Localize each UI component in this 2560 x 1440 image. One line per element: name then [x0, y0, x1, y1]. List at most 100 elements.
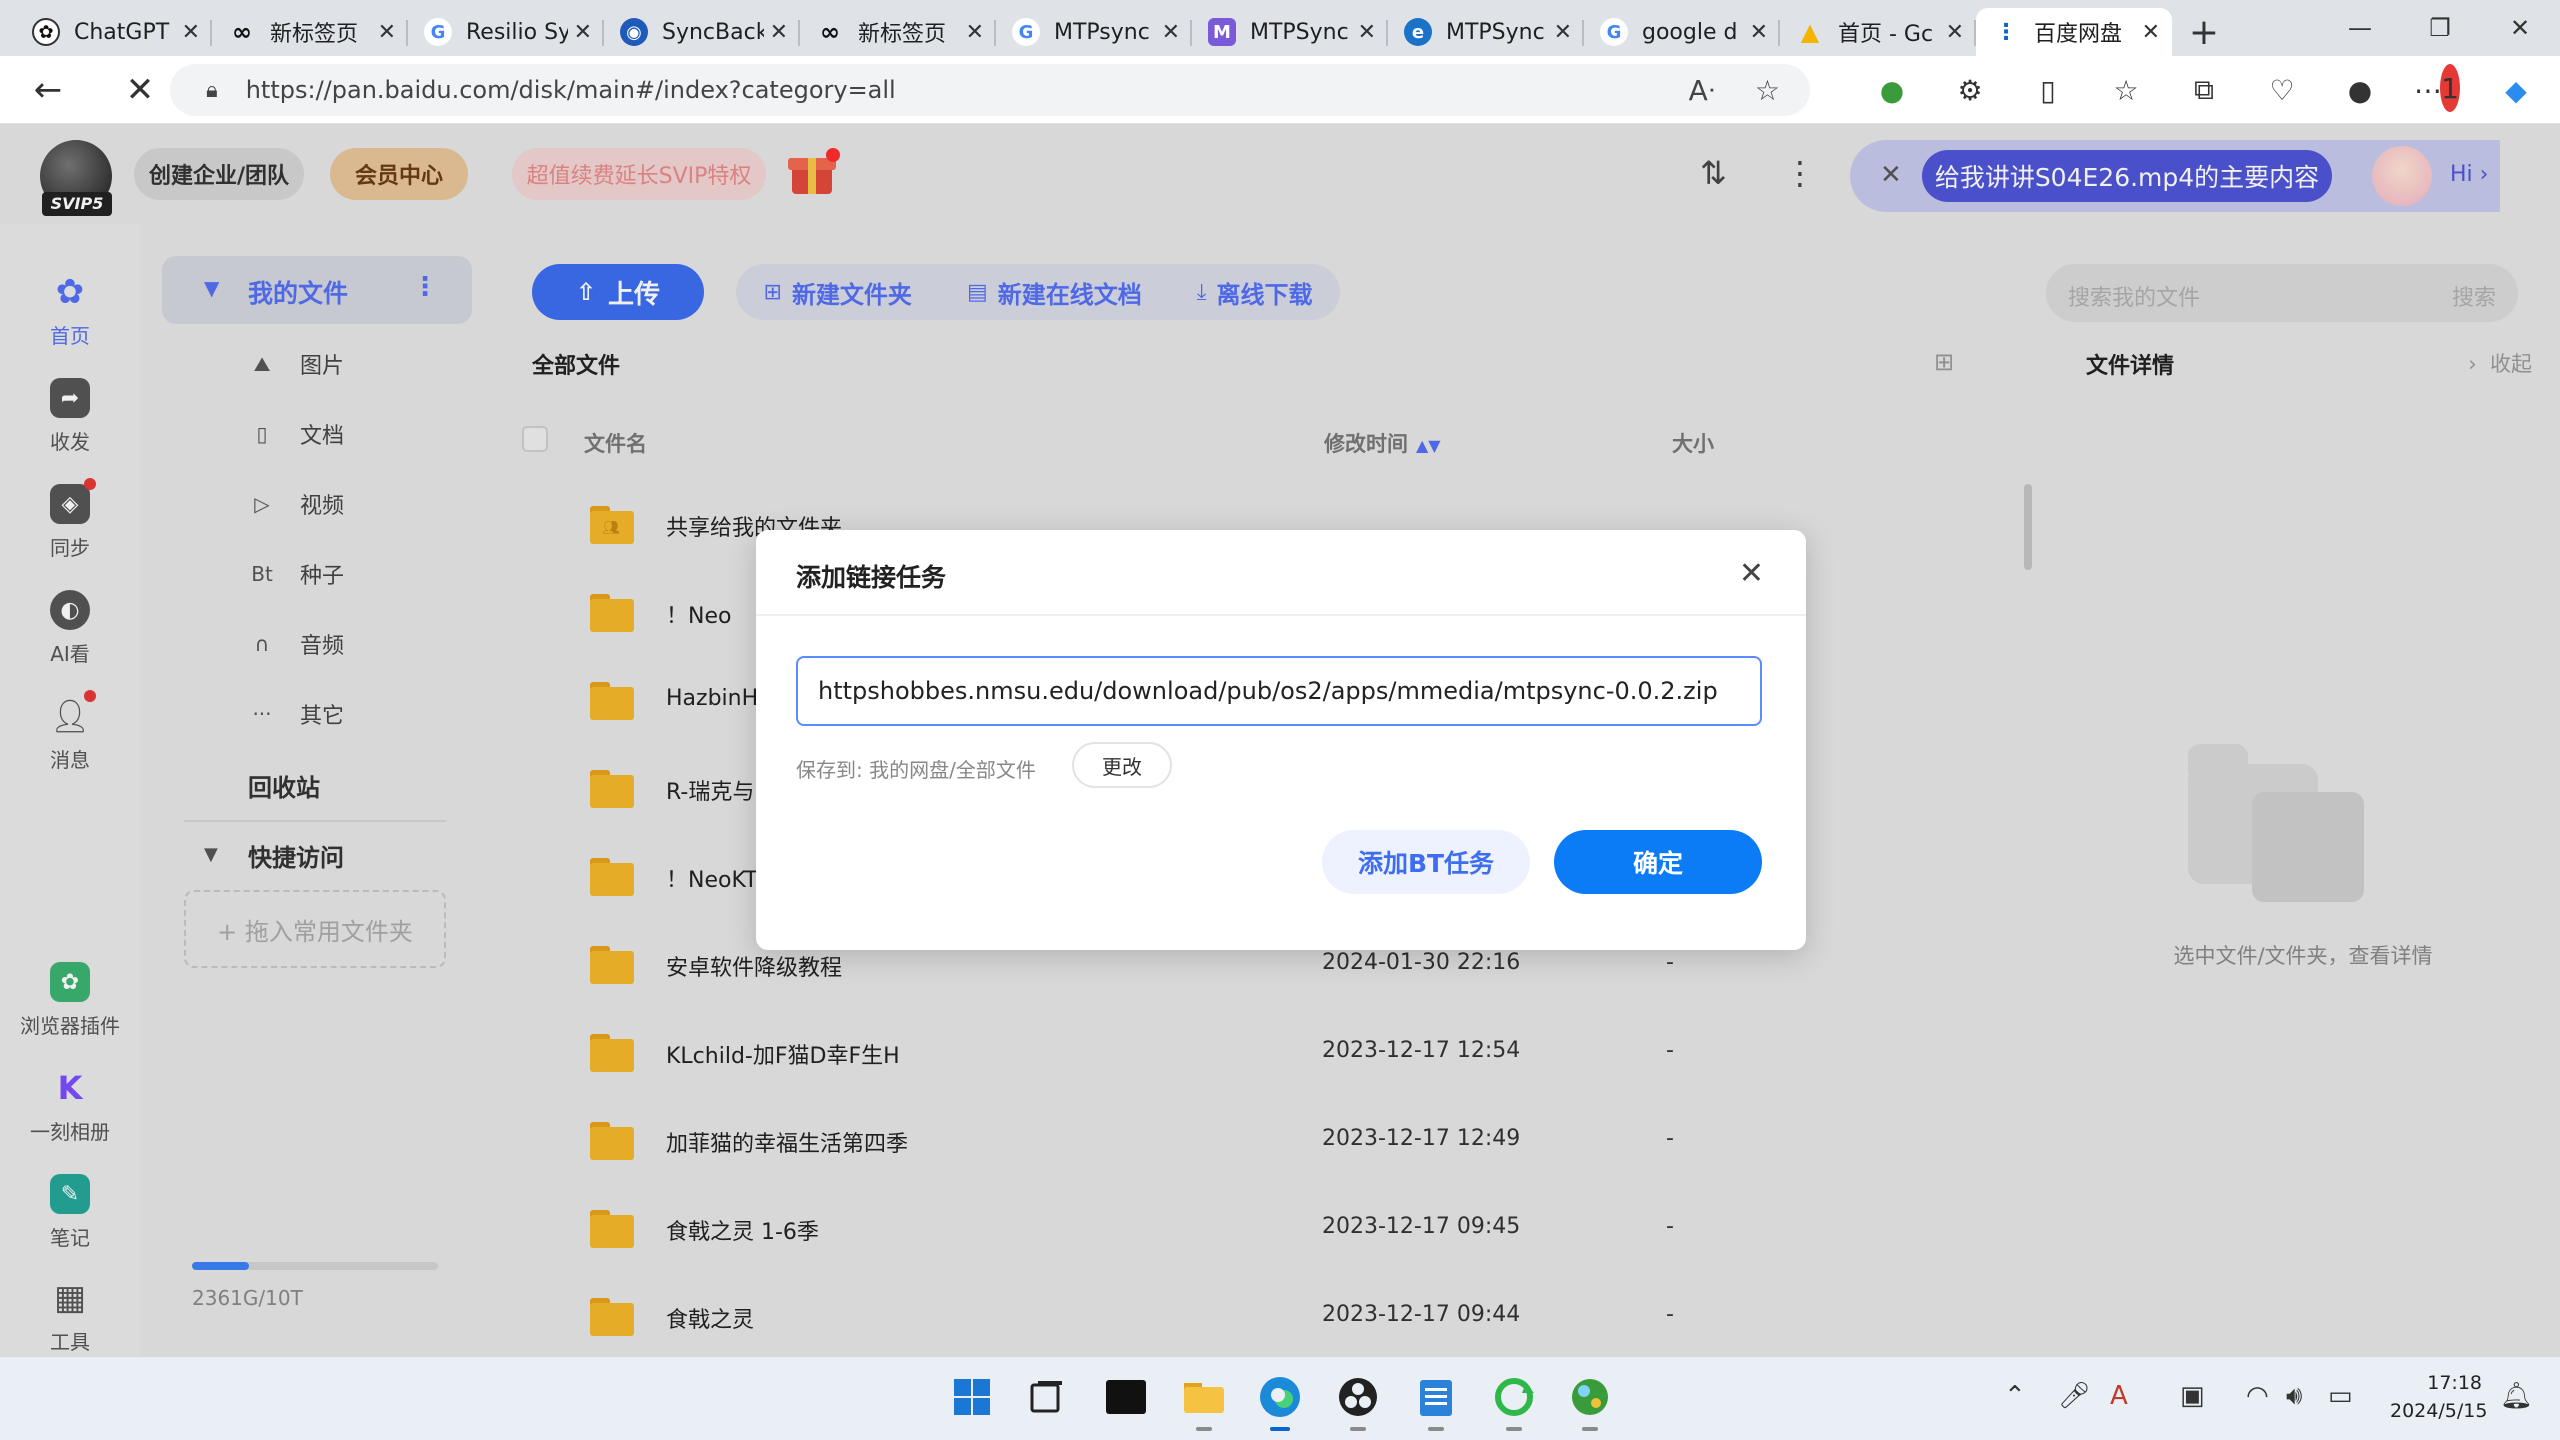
restore-icon[interactable]: ❐ — [2400, 0, 2480, 56]
dialog-title: 添加链接任务 — [796, 563, 947, 592]
close-icon[interactable]: ✕ — [770, 20, 788, 45]
split-screen-icon[interactable]: ▯ — [2024, 66, 2072, 114]
notification-badge: 1 — [2440, 64, 2460, 112]
dialog-header: 添加链接任务 ✕ — [756, 530, 1806, 616]
microphone-icon[interactable]: 🎤︎ — [2058, 1381, 2091, 1411]
google-icon: G — [1012, 18, 1040, 46]
link-url-input[interactable] — [796, 656, 1762, 726]
tab-title: 百度网盘 — [2034, 22, 2123, 47]
tab-title: 首页 - Gc — [1838, 22, 1934, 47]
save-location: 保存到: 我的网盘/全部文件 — [796, 754, 1036, 783]
tab-title: MTPSync — [1446, 19, 1545, 45]
address-bar: ← ✕ 🔒︎ https://pan.baidu.com/disk/main#/… — [0, 56, 2560, 124]
confirm-button[interactable]: 确定 — [1554, 830, 1762, 894]
browser-toolbar: ● ⚙ ▯ ☆ ⧉ ♡ ● ⋯ 1 ◆ — [1868, 64, 2540, 116]
back-icon[interactable]: ← — [16, 58, 80, 122]
windows-taskbar: ⌃ 🎤︎ A ▣ ◠ 🔊︎ ▭ 17:18 2024/5/15 🔔︎ — [0, 1356, 2560, 1440]
favorite-star-icon[interactable]: ☆ — [1755, 74, 1780, 107]
running-indicator — [1506, 1427, 1522, 1431]
ime-mode-icon[interactable]: ▣ — [2180, 1381, 2205, 1411]
input-method-icon[interactable]: A — [2110, 1381, 2128, 1411]
system-clock[interactable]: 17:18 2024/5/15 — [2390, 1369, 2488, 1425]
clock-time: 17:18 — [2427, 1372, 2482, 1394]
close-icon[interactable]: ✕ — [1739, 556, 1764, 591]
chevron-up-icon[interactable]: ⌃ — [2004, 1381, 2026, 1411]
lock-icon: 🔒︎ — [206, 77, 218, 103]
close-icon[interactable]: ✕ — [966, 20, 984, 45]
profile-icon[interactable]: ● — [2336, 66, 2384, 114]
sync-app-icon[interactable] — [1488, 1371, 1540, 1431]
close-icon[interactable]: ✕ — [2142, 20, 2160, 45]
syncback-icon: ◉ — [620, 18, 648, 46]
browser-tab[interactable]: ∞ 新标签页 ✕ — [212, 8, 408, 56]
close-icon[interactable]: ✕ — [1750, 20, 1768, 45]
url-text: https://pan.baidu.com/disk/main#/index?c… — [245, 76, 896, 104]
tab-title: MTPsync — [1054, 19, 1150, 45]
save-to-label: 保存到: — [796, 758, 863, 782]
browser-tab[interactable]: ✿ ChatGPT ✕ — [16, 8, 212, 56]
close-icon[interactable]: ✕ — [1554, 20, 1572, 45]
edge-icon: e — [1404, 18, 1432, 46]
clock-date: 2024/5/15 — [2390, 1400, 2488, 1422]
browser-tab-active[interactable]: ⋮ 百度网盘 ✕ — [1976, 8, 2172, 56]
browser-tab[interactable]: ∞ 新标签页 ✕ — [800, 8, 996, 56]
browser-tab[interactable]: M MTPSync ✕ — [1192, 8, 1388, 56]
globe-app-icon[interactable] — [1564, 1371, 1616, 1431]
chatgpt-icon: ✿ — [32, 18, 60, 46]
running-indicator — [1350, 1427, 1366, 1431]
mtpsync-icon: M — [1208, 18, 1236, 46]
browser-essentials-icon[interactable]: ♡ — [2258, 66, 2306, 114]
minimize-icon[interactable]: — — [2320, 0, 2400, 56]
browser-tab[interactable]: e MTPSync ✕ — [1388, 8, 1584, 56]
add-bt-task-button[interactable]: 添加BT任务 — [1322, 830, 1530, 894]
collections-icon[interactable]: ⧉ — [2180, 66, 2228, 114]
close-icon[interactable]: ✕ — [1162, 20, 1180, 45]
favorites-icon[interactable]: ☆ — [2102, 66, 2150, 114]
windows-start-icon[interactable] — [946, 1371, 998, 1423]
more-icon[interactable]: ⋯ 1 — [2414, 64, 2462, 114]
tab-title: Resilio Sy — [466, 19, 568, 45]
stop-loading-icon[interactable]: ✕ — [108, 58, 172, 122]
change-location-button[interactable]: 更改 — [1072, 742, 1172, 788]
infinity-icon: ∞ — [232, 18, 252, 46]
browser-tab[interactable]: G MTPsync ✕ — [996, 8, 1192, 56]
notepad-icon[interactable] — [1410, 1371, 1462, 1431]
close-icon[interactable]: ✕ — [1946, 20, 1964, 45]
browser-tab-strip: ✿ ChatGPT ✕ ∞ 新标签页 ✕ G Resilio Sy ✕ ◉ Sy… — [0, 0, 2560, 56]
browser-tab[interactable]: G google d ✕ — [1584, 8, 1780, 56]
tab-title: 新标签页 — [858, 22, 947, 47]
file-explorer-icon[interactable] — [1178, 1371, 1230, 1431]
new-tab-button[interactable]: + — [2180, 8, 2228, 56]
read-aloud-icon[interactable]: Aᐧ — [1689, 74, 1715, 107]
browser-tab[interactable]: G Resilio Sy ✕ — [408, 8, 604, 56]
browser-tab[interactable]: ◉ SyncBack ✕ — [604, 8, 800, 56]
tab-title: SyncBack — [662, 19, 764, 45]
close-icon[interactable]: ✕ — [574, 20, 592, 45]
tab-title: 新标签页 — [270, 22, 359, 47]
notification-bell-icon[interactable]: 🔔︎ — [2500, 1381, 2533, 1411]
google-icon: G — [424, 18, 452, 46]
close-window-icon[interactable]: ✕ — [2480, 0, 2560, 56]
wifi-icon[interactable]: ◠ — [2246, 1381, 2269, 1411]
close-icon[interactable]: ✕ — [1358, 20, 1376, 45]
speaker-icon[interactable]: 🔊︎ — [2286, 1381, 2302, 1412]
copilot-icon[interactable]: ◆ — [2492, 66, 2540, 114]
close-icon[interactable]: ✕ — [378, 20, 396, 45]
edge-taskbar-icon[interactable] — [1254, 1371, 1306, 1431]
close-icon[interactable]: ✕ — [182, 20, 200, 45]
browser-tab[interactable]: ▲ 首页 - Gc ✕ — [1780, 8, 1976, 56]
extensions-puzzle-icon[interactable]: ⚙ — [1946, 66, 1994, 114]
running-indicator — [1196, 1427, 1212, 1431]
extension-globe-icon[interactable]: ● — [1868, 66, 1916, 114]
add-link-task-dialog: 添加链接任务 ✕ 保存到: 我的网盘/全部文件 更改 添加BT任务 确定 — [756, 530, 1806, 950]
terminal-icon[interactable] — [1100, 1371, 1152, 1423]
obs-icon[interactable] — [1332, 1371, 1384, 1431]
running-indicator — [1582, 1427, 1598, 1431]
url-field[interactable]: 🔒︎ https://pan.baidu.com/disk/main#/inde… — [170, 64, 1810, 116]
running-indicator — [1428, 1427, 1444, 1431]
tab-title: google d — [1642, 19, 1738, 45]
battery-icon[interactable]: ▭ — [2328, 1381, 2353, 1411]
task-view-icon[interactable] — [1020, 1371, 1072, 1423]
google-drive-icon: ▲ — [1800, 18, 1820, 46]
window-controls: — ❐ ✕ — [2320, 0, 2560, 56]
